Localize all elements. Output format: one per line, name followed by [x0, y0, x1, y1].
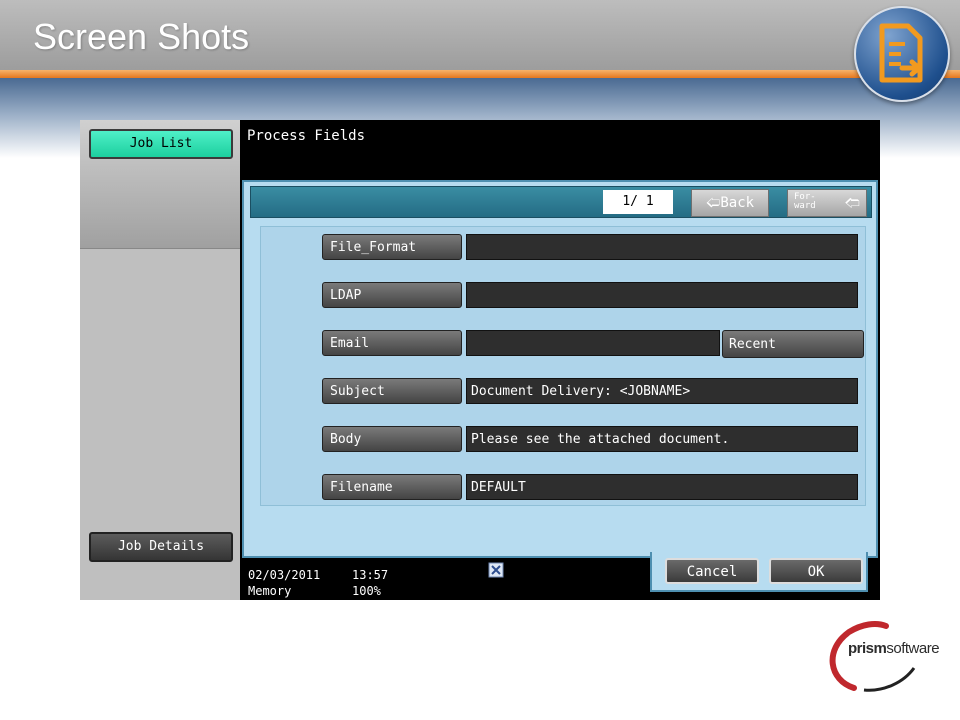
fields-list: [260, 226, 866, 506]
subject-value[interactable]: Document Delivery: <JOBNAME>: [466, 378, 858, 404]
page-indicator: 1/ 1: [603, 190, 673, 214]
left-panel: Job List Job Details: [80, 120, 240, 600]
status-date: 02/03/2011: [248, 568, 321, 582]
network-status-icon: [488, 562, 504, 578]
pager-bar: 1/ 1 🢠Back For-ward 🢢: [250, 186, 872, 218]
arrow-left-icon: 🢠: [705, 195, 721, 211]
device-screen: Job List Job Details Process Fields 1/ 1…: [80, 120, 880, 600]
slide-title: Screen Shots: [33, 16, 250, 57]
logo-prefix: prism: [848, 640, 887, 657]
memory-label: Memory: [248, 584, 292, 598]
forward-button[interactable]: For-ward 🢢: [787, 189, 867, 217]
file-format-value[interactable]: [466, 234, 858, 260]
job-list-button[interactable]: Job List: [89, 129, 233, 159]
back-label: Back: [720, 195, 755, 211]
page-title: Process Fields: [247, 128, 366, 144]
filename-field-button[interactable]: Filename: [322, 474, 462, 500]
brand-logo-text: prismsoftware: [848, 640, 940, 657]
status-time: 13:57: [352, 568, 389, 582]
filename-value[interactable]: DEFAULT: [466, 474, 858, 500]
memory-value: 100%: [352, 584, 381, 598]
logo-suffix: software: [886, 640, 940, 657]
cancel-button[interactable]: Cancel: [665, 558, 759, 584]
document-forward-badge-icon: [854, 6, 950, 102]
ok-button[interactable]: OK: [769, 558, 863, 584]
subject-field-button[interactable]: Subject: [322, 378, 462, 404]
arrow-right-icon: 🢢: [844, 194, 860, 212]
ldap-field-button[interactable]: LDAP: [322, 282, 462, 308]
file-format-field-button[interactable]: File_Format: [322, 234, 462, 260]
forward-label: For-ward: [794, 192, 816, 211]
body-field-button[interactable]: Body: [322, 426, 462, 452]
job-details-button[interactable]: Job Details: [89, 532, 233, 562]
recent-button[interactable]: Recent: [722, 330, 864, 358]
email-field-button[interactable]: Email: [322, 330, 462, 356]
body-value[interactable]: Please see the attached document.: [466, 426, 858, 452]
email-value[interactable]: [466, 330, 720, 356]
slide-header: Screen Shots: [0, 0, 960, 72]
header-accent-line: [0, 70, 960, 78]
ldap-value[interactable]: [466, 282, 858, 308]
back-button[interactable]: 🢠Back: [691, 189, 769, 217]
